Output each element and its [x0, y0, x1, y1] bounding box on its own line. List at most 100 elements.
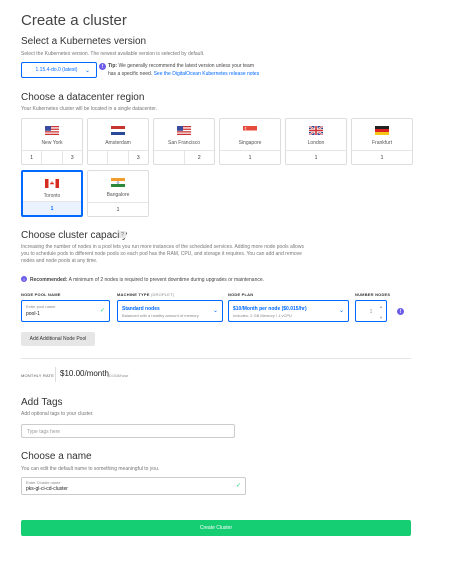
datacenter-option[interactable] [42, 151, 63, 164]
in-flag-icon [111, 178, 125, 187]
region-card-amsterdam[interactable]: Amsterdam 3 [87, 118, 149, 165]
hourly-price: $0.015/hour [107, 373, 129, 378]
tags-desc: Add optional tags to your cluster. [21, 411, 94, 417]
k8s-version-value: 1.15.4-do.0 (latest) [35, 67, 78, 73]
release-notes-link[interactable]: See the DigitalOcean Kubernetes release … [154, 71, 260, 77]
region-name: London [307, 140, 325, 146]
region-name: Frankfurt [371, 140, 392, 146]
k8s-desc: Select the Kubernetes version. The newes… [21, 51, 205, 57]
machine-type-select[interactable]: Standard nodes Balanced with a healthy a… [117, 300, 223, 322]
datacenter-option[interactable]: 1 [23, 202, 81, 215]
create-cluster-button[interactable]: Create Cluster [21, 520, 411, 536]
ca-flag-icon [45, 179, 59, 188]
machine-type-name: Standard nodes [122, 306, 160, 312]
stepper-up-icon[interactable]: ▲ [379, 304, 383, 309]
datacenter-option[interactable] [88, 151, 109, 164]
chevron-down-icon: ⌄ [212, 308, 218, 314]
region-desc: Your Kubernetes cluster will be located … [21, 106, 158, 112]
region-name: Bangalore [106, 192, 130, 198]
rec-bold: Recommended: [30, 277, 68, 283]
monthly-rate-label: MONTHLY RATE [21, 373, 55, 378]
region-card-toronto[interactable]: Toronto 1 [21, 170, 83, 217]
pool-name-field[interactable]: Enter pool name pool-1 ✓ [21, 300, 110, 322]
stepper-down-icon[interactable]: ▼ [379, 315, 383, 320]
region-card-new-york[interactable]: New York 1 3 [21, 118, 83, 165]
monthly-price: $10.00/month [60, 369, 109, 378]
info-icon[interactable]: ! [397, 308, 404, 315]
region-card-singapore[interactable]: Singapore 1 [219, 118, 281, 165]
tags-placeholder: Type tags here [27, 429, 61, 435]
region-name: New York [41, 140, 63, 146]
pool-name-hint: Enter pool name [26, 304, 56, 309]
cluster-name-value: pks-gl-ci-cd-cluster [26, 486, 68, 492]
col-number-nodes: NUMBER NODES [355, 292, 391, 297]
datacenter-option[interactable]: 2 [185, 151, 215, 164]
tip-line1: Tip: We generally recommend the latest v… [108, 63, 254, 69]
pool-name-value: pool-1 [26, 311, 40, 317]
col-node-plan: NODE PLAN [228, 292, 254, 297]
us-flag-icon [45, 126, 59, 135]
col-machine-type: MACHINE TYPE (DROPLET) [117, 292, 174, 297]
col-pool-name: NODE POOL NAME [21, 292, 61, 297]
datacenter-option[interactable]: 3 [129, 151, 148, 164]
datacenter-option[interactable]: 1 [220, 151, 280, 164]
check-icon: ✓ [99, 308, 105, 314]
add-node-pool-button[interactable]: Add Additional Node Pool [21, 332, 95, 346]
region-card-san-francisco[interactable]: San Francisco 2 [153, 118, 215, 165]
tip-line2: has a specific need. See the DigitalOcea… [108, 71, 259, 77]
region-card-london[interactable]: London 1 [285, 118, 347, 165]
chevron-down-icon: ⌄ [338, 308, 344, 314]
help-icon[interactable]: ? [119, 231, 126, 238]
rec-text: A minimum of 2 nodes is required to prev… [68, 277, 265, 283]
name-heading: Choose a name [21, 451, 92, 462]
k8s-version-select[interactable]: 1.15.4-do.0 (latest) ⌄ [21, 62, 97, 78]
datacenter-option[interactable]: 1 [286, 151, 346, 164]
divider [21, 358, 411, 359]
tip-text2: has a specific need. [108, 71, 153, 77]
region-card-bangalore[interactable]: Bangalore 1 [87, 170, 149, 217]
region-name: Singapore [238, 140, 262, 146]
region-card-frankfurt[interactable]: Frankfurt 1 [351, 118, 413, 165]
uk-flag-icon [309, 126, 323, 135]
info-icon: ! [99, 63, 106, 70]
sg-flag-icon [243, 126, 257, 135]
region-name: Amsterdam [105, 140, 131, 146]
col-machine-label: MACHINE TYPE [117, 292, 150, 297]
region-heading: Choose a datacenter region [21, 92, 145, 103]
region-name: Toronto [43, 193, 61, 199]
capacity-desc-3: nodes and node pools at any time. [21, 258, 98, 264]
cluster-name-field[interactable]: Enter Cluster name pks-gl-ci-cd-cluster … [21, 477, 246, 495]
chevron-down-icon: ⌄ [84, 67, 90, 74]
name-desc: You can edit the default name to somethi… [21, 466, 160, 472]
machine-type-desc: Balanced with a healthy amount of memory [122, 313, 199, 318]
region-name: San Francisco [168, 140, 200, 146]
rate-separator [55, 367, 56, 382]
node-plan-select[interactable]: $10/Month per node ($0.015/hr) Includes:… [228, 300, 349, 322]
node-plan-desc: Includes: 2 GB Memory / 1 vCPU [233, 313, 292, 318]
tip-text: We generally recommend the latest versio… [118, 63, 254, 69]
tags-heading: Add Tags [21, 397, 63, 408]
recommendation: Recommended: A minimum of 2 nodes is req… [30, 277, 264, 283]
datacenter-option[interactable] [154, 151, 185, 164]
tags-input[interactable]: Type tags here [21, 424, 235, 438]
datacenter-option[interactable]: 1 [88, 203, 148, 216]
number-nodes-stepper[interactable]: 1 ▲ ▼ [355, 300, 387, 322]
datacenter-option[interactable]: 1 [22, 151, 43, 164]
nl-flag-icon [111, 126, 125, 135]
datacenter-option[interactable]: 1 [352, 151, 412, 164]
cluster-name-hint: Enter Cluster name [26, 480, 61, 485]
k8s-heading: Select a Kubernetes version [21, 36, 147, 47]
de-flag-icon [375, 126, 389, 135]
datacenter-option[interactable]: 3 [63, 151, 82, 164]
us-flag-icon [177, 126, 191, 135]
check-icon: ✓ [235, 483, 241, 489]
capacity-desc-1: Increasing the number of nodes in a pool… [21, 244, 304, 250]
capacity-desc-2: you to schedule pods to different node p… [21, 251, 302, 257]
capacity-heading: Choose cluster capacity [21, 230, 128, 241]
datacenter-option[interactable] [108, 151, 129, 164]
col-machine-sub: (DROPLET) [150, 292, 175, 297]
info-icon: ! [21, 276, 27, 282]
page-title: Create a cluster [21, 12, 127, 29]
tip-bold: Tip: [108, 63, 118, 69]
node-plan-price: $10/Month per node ($0.015/hr) [233, 306, 307, 312]
